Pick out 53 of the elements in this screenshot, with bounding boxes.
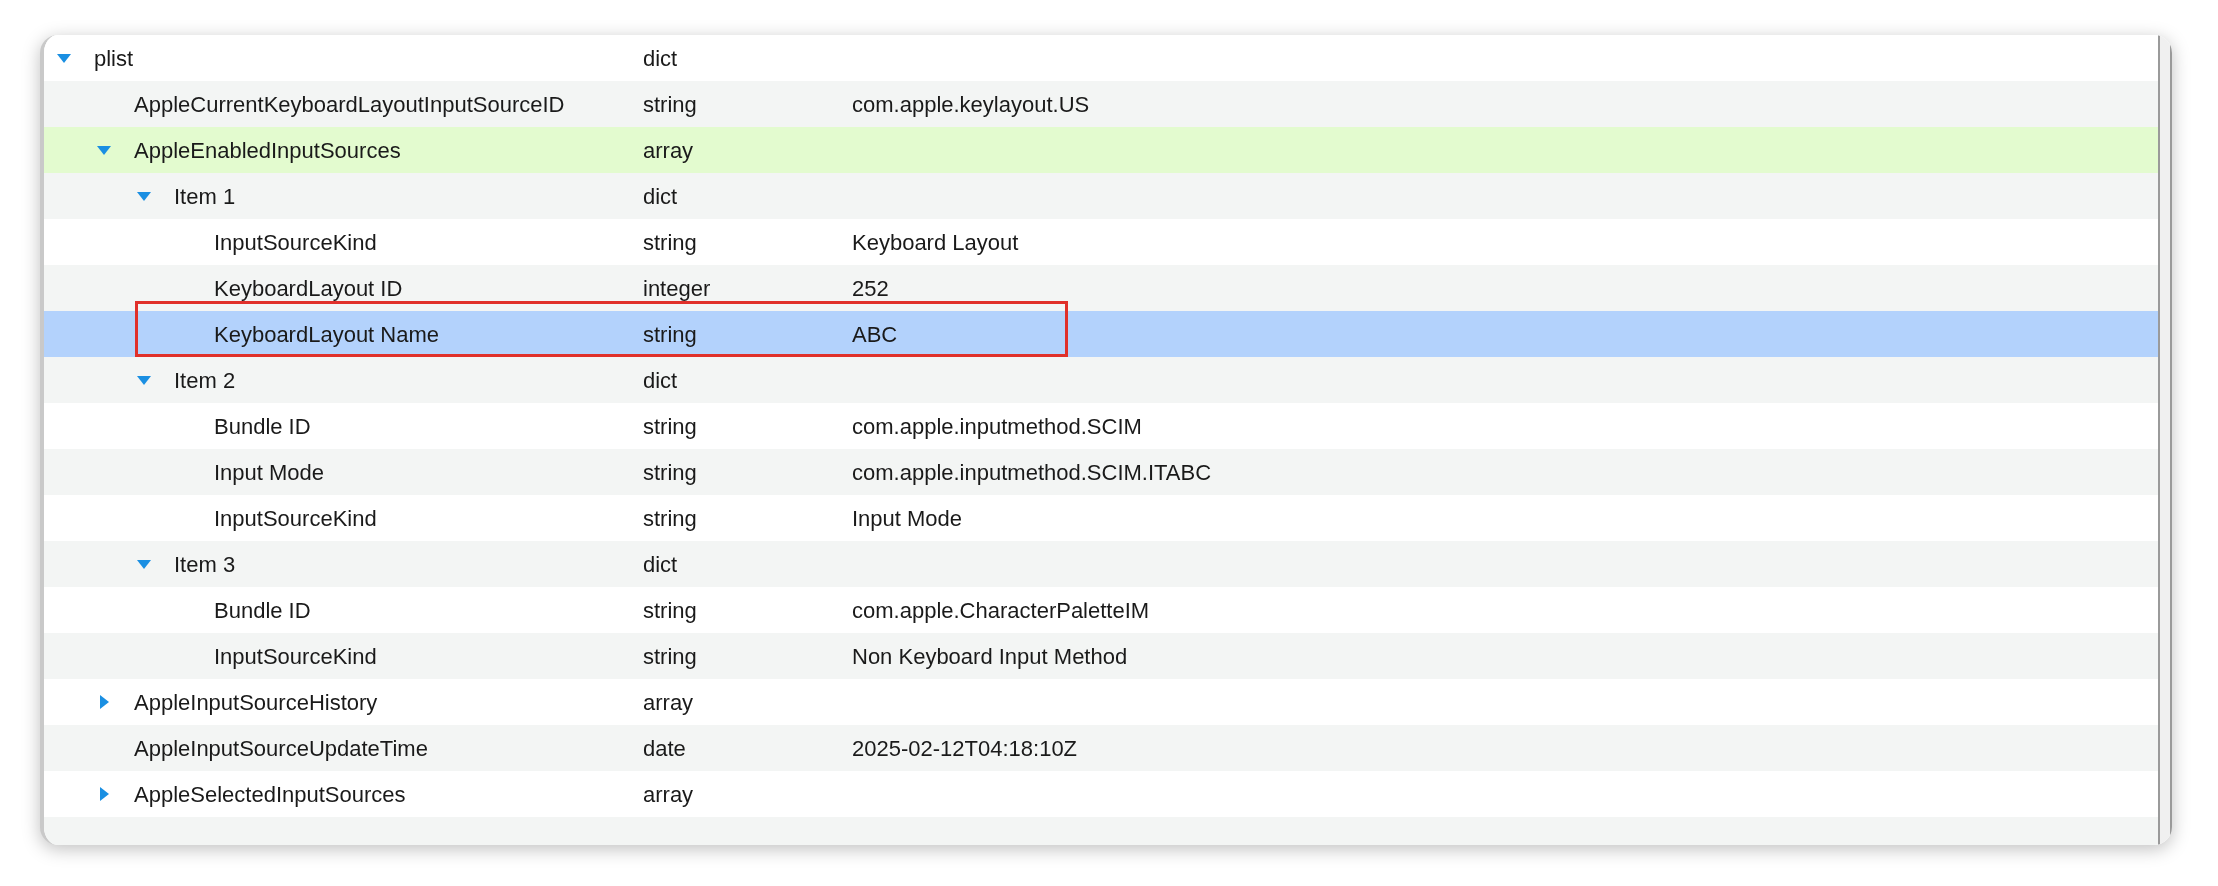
- key-text: AppleCurrentKeyboardLayoutInputSourceID: [134, 90, 565, 119]
- key-text: InputSourceKind: [214, 642, 377, 671]
- type-text: string: [643, 597, 697, 623]
- tree-row[interactable]: KeyboardLayout Name string ABC: [44, 311, 2158, 357]
- value-text: 2025-02-12T04:18:10Z: [852, 734, 1078, 763]
- key-text: Item 1: [174, 182, 236, 211]
- value-text: com.apple.inputmethod.SCIM.ITABC: [852, 458, 1212, 487]
- key-text: Bundle ID: [214, 412, 311, 441]
- value-text: Keyboard Layout: [852, 228, 1019, 257]
- key-text: Input Mode: [214, 458, 325, 487]
- type-text: string: [643, 459, 697, 485]
- type-text: dict: [643, 45, 678, 71]
- type-text: integer: [643, 275, 711, 301]
- key-text: KeyboardLayout Name: [214, 320, 440, 349]
- key-text: Bundle ID: [214, 596, 311, 625]
- value-text: com.apple.CharacterPaletteIM: [852, 596, 1150, 625]
- key-text: InputSourceKind: [214, 228, 377, 257]
- value-text: Non Keyboard Input Method: [852, 642, 1128, 671]
- key-text: AppleInputSourceHistory: [134, 688, 378, 717]
- tree-row[interactable]: InputSourceKind string Keyboard Layout: [44, 219, 2158, 265]
- key-text: Item 3: [174, 550, 236, 579]
- key-text: AppleEnabledInputSources: [134, 136, 401, 165]
- key-text: AppleInputSourceUpdateTime: [134, 734, 428, 763]
- key-text: plist: [94, 44, 134, 73]
- type-text: array: [643, 137, 694, 163]
- type-text: dict: [643, 551, 678, 577]
- type-text: array: [643, 689, 694, 715]
- value-text: 252: [852, 274, 889, 303]
- tree-row[interactable]: AppleSelectedInputSources array: [44, 771, 2158, 817]
- key-text: Item 2: [174, 366, 236, 395]
- key-text: KeyboardLayout ID: [214, 274, 403, 303]
- tree-row[interactable]: Bundle ID string com.apple.CharacterPaletteIM: [44, 587, 2158, 633]
- key-text: AppleSelectedInputSources: [134, 780, 406, 809]
- tree-row[interactable]: AppleEnabledInputSources array: [44, 127, 2158, 173]
- value-text: Input Mode: [852, 504, 963, 533]
- type-text: dict: [643, 367, 678, 393]
- type-text: string: [643, 643, 697, 669]
- tree-row[interactable]: AppleInputSourceHistory array: [44, 679, 2158, 725]
- value-text: ABC: [852, 320, 898, 349]
- type-text: string: [643, 91, 697, 117]
- tree-row[interactable]: plist dict: [44, 35, 2158, 81]
- tree-row[interactable]: Bundle ID string com.apple.inputmethod.SCIM: [44, 403, 2158, 449]
- type-text: string: [643, 505, 697, 531]
- tree-row[interactable]: InputSourceKind string Input Mode: [44, 495, 2158, 541]
- value-text: com.apple.inputmethod.SCIM: [852, 412, 1142, 441]
- type-text: date: [643, 735, 686, 761]
- type-text: string: [643, 321, 697, 347]
- value-text: com.apple.keylayout.US: [852, 90, 1090, 119]
- key-text: InputSourceKind: [214, 504, 377, 533]
- type-text: string: [643, 229, 697, 255]
- type-text: string: [643, 413, 697, 439]
- type-text: array: [643, 781, 694, 807]
- type-text: dict: [643, 183, 678, 209]
